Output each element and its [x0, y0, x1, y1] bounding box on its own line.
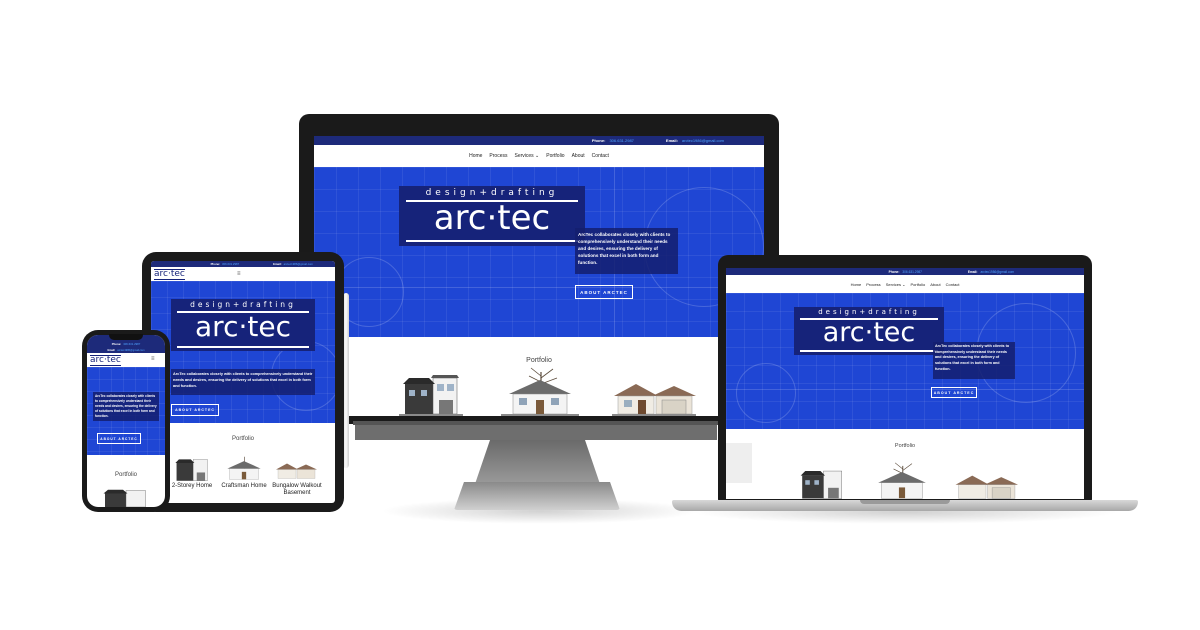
- phone-header: arc·tec ≡: [87, 353, 165, 367]
- phone-value[interactable]: 306.631.2987: [609, 138, 633, 143]
- logo-tagline: design+drafting: [818, 308, 920, 316]
- header-logo[interactable]: arc·tec: [90, 355, 121, 366]
- phone-value[interactable]: 306.631.2987: [222, 262, 239, 266]
- house-2-storey-image[interactable]: [796, 468, 848, 499]
- portfolio-item-label[interactable]: Craftsman Home: [221, 483, 267, 490]
- phone-label: Phone:: [591, 138, 606, 143]
- nav-process[interactable]: Process: [489, 153, 507, 159]
- phone-label: Phone:: [888, 269, 900, 274]
- monitor-stand-base: [454, 482, 620, 510]
- house-craftsman-image[interactable]: [501, 366, 579, 416]
- nav-about[interactable]: About: [930, 282, 940, 287]
- about-arctec-button[interactable]: ABOUT ARCTEC: [171, 404, 219, 416]
- email-value[interactable]: arctec1986@gmail.com: [682, 138, 724, 143]
- nav-portfolio[interactable]: Portfolio: [911, 282, 926, 287]
- main-nav: Home Process Services ⌄ Portfolio About …: [726, 275, 1084, 293]
- house-2-storey-image[interactable]: [101, 489, 151, 507]
- house-bungalow-image[interactable]: [612, 382, 696, 416]
- top-contact-bar: Phone: 306.631.2987 Email: arctec1986@gm…: [314, 136, 764, 145]
- top-contact-bar: Phone: 306.631.2987 Email: arctec1986@gm…: [726, 268, 1084, 275]
- house-bungalow-image[interactable]: [275, 460, 317, 482]
- portfolio-item-label[interactable]: 2-Storey Home: [165, 483, 219, 490]
- about-arctec-button[interactable]: ABOUT ARCTEC: [575, 285, 633, 299]
- hero-blurb: ArcTec collaborates closely with clients…: [171, 369, 315, 395]
- laptop: Phone: 306.631.2987 Email: arctec1986@gm…: [718, 255, 1092, 501]
- logo-brand: arc·tec: [433, 198, 551, 238]
- house-craftsman-image[interactable]: [223, 452, 265, 482]
- hero-blurb: ArcTec collaborates closely with clients…: [575, 228, 678, 274]
- laptop-screen: Phone: 306.631.2987 Email: arctec1986@gm…: [726, 268, 1084, 499]
- portfolio-title: Portfolio: [114, 472, 137, 478]
- phone-label: Phone:: [111, 341, 122, 346]
- portfolio-item-label[interactable]: Bungalow Walkout Basement: [271, 483, 323, 496]
- logo-tagline: design+drafting: [190, 300, 296, 309]
- nav-contact[interactable]: Contact: [946, 282, 960, 287]
- house-bungalow-image[interactable]: [954, 474, 1018, 499]
- house-2-storey-image[interactable]: [173, 457, 211, 482]
- portfolio-title: Portfolio: [894, 443, 916, 449]
- nav-contact[interactable]: Contact: [592, 153, 609, 159]
- tablet-header: arc·tec ≡: [151, 267, 335, 281]
- hero-section: design+drafting arc·tec ArcTec collabora…: [151, 281, 335, 423]
- logo-brand: arc·tec: [195, 310, 291, 343]
- email-label: Email:: [665, 138, 678, 143]
- portfolio-title: Portfolio: [526, 357, 552, 364]
- nav-services[interactable]: Services ⌄: [514, 153, 539, 159]
- hamburger-menu-icon[interactable]: ≡: [151, 356, 155, 362]
- main-nav: Home Process Services ⌄ Portfolio About …: [314, 145, 764, 167]
- about-arctec-button[interactable]: ABOUT ARCTEC: [97, 433, 141, 444]
- desktop-monitor: Phone: 306.631.2987 Email: arctec1986@gm…: [299, 114, 779, 425]
- phone-value[interactable]: 306.631.2987: [902, 270, 922, 274]
- arctec-logo: design+drafting arc·tec: [399, 186, 585, 246]
- phone-label: Phone:: [210, 262, 221, 266]
- monitor-stand-neck: [475, 440, 600, 484]
- arctec-logo: design+drafting arc·tec: [794, 307, 944, 355]
- email-value[interactable]: arctec1986@gmail.com: [980, 270, 1014, 274]
- nav-about[interactable]: About: [572, 153, 585, 159]
- phone: Phone: 306.631.2987 Email: arctec1986@gm…: [82, 330, 170, 512]
- logo-tagline: design+drafting: [425, 188, 559, 198]
- phone-screen: Phone: 306.631.2987 Email: arctec1986@gm…: [87, 335, 165, 507]
- email-value[interactable]: arctec1986@gmail.com: [117, 349, 144, 352]
- house-2-storey-image[interactable]: [399, 374, 463, 416]
- tablet: Phone: 306.631.2987 Email: arctec1986@gm…: [142, 252, 344, 512]
- house-craftsman-image[interactable]: [872, 461, 932, 499]
- hero-section: ArcTec collaborates closely with clients…: [87, 367, 165, 455]
- hero-section: design+drafting arc·tec ArcTec collabora…: [314, 167, 764, 337]
- nav-home[interactable]: Home: [469, 153, 482, 159]
- phone-value[interactable]: 306.631.2987: [123, 342, 140, 346]
- nav-home[interactable]: Home: [851, 282, 862, 287]
- hero-blurb: ArcTec collaborates closely with clients…: [93, 392, 159, 421]
- hamburger-menu-icon[interactable]: ≡: [237, 271, 241, 277]
- arctec-logo: design+drafting arc·tec: [171, 299, 315, 351]
- email-label: Email:: [107, 348, 116, 352]
- about-arctec-button[interactable]: ABOUT ARCTEC: [931, 387, 977, 398]
- nav-process[interactable]: Process: [866, 282, 880, 287]
- nav-services[interactable]: Services ⌄: [886, 282, 906, 287]
- email-label: Email:: [273, 262, 282, 266]
- logo-brand: arc·tec: [822, 317, 916, 348]
- desktop-screen: Phone: 306.631.2987 Email: arctec1986@gm…: [314, 136, 764, 416]
- hero-blurb: ArcTec collaborates closely with clients…: [933, 342, 1015, 379]
- tablet-screen: Phone: 306.631.2987 Email: arctec1986@gm…: [151, 261, 335, 503]
- laptop-notch: [860, 500, 950, 504]
- hero-section: design+drafting arc·tec ArcTec collabora…: [726, 293, 1084, 429]
- portfolio-title: Portfolio: [231, 436, 254, 442]
- email-value[interactable]: arctec1986@gmail.com: [284, 262, 313, 266]
- header-logo[interactable]: arc·tec: [154, 269, 185, 280]
- nav-portfolio[interactable]: Portfolio: [546, 153, 564, 159]
- email-label: Email:: [967, 269, 978, 274]
